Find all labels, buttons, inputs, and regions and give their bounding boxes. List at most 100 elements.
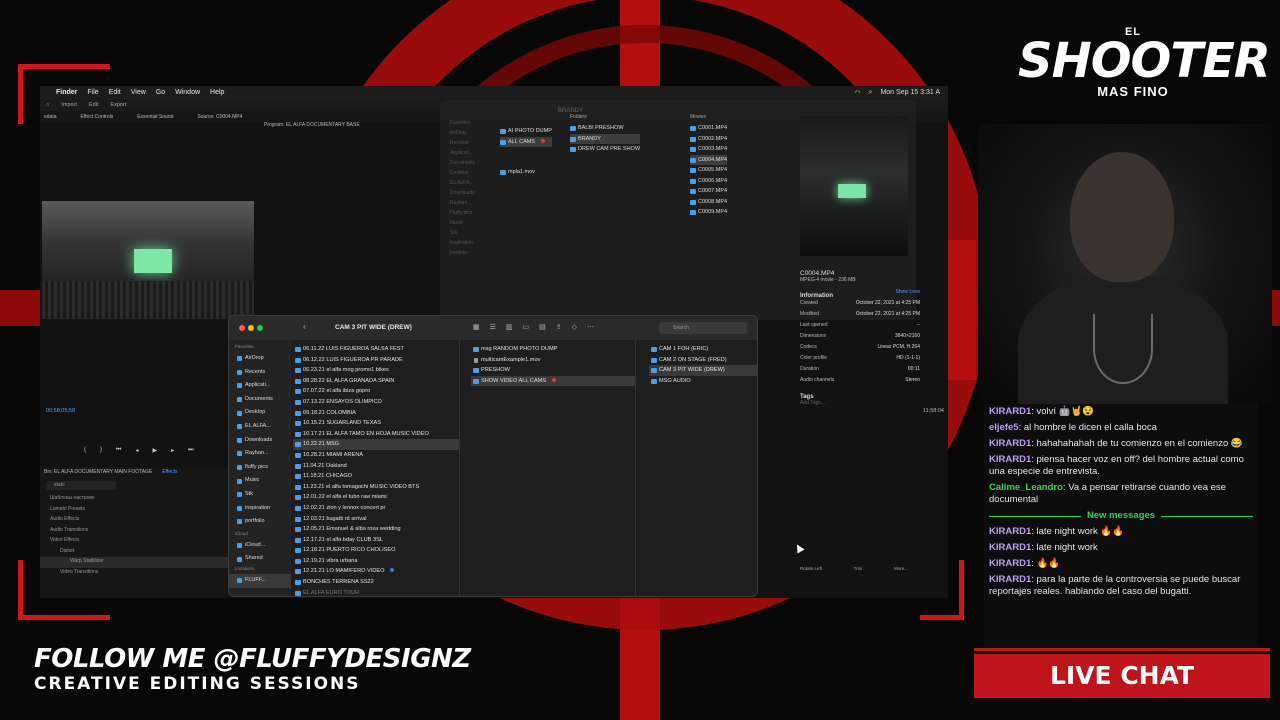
movie-file-item[interactable]: C0008.MP4 — [690, 197, 727, 208]
more-button[interactable]: More... — [894, 566, 908, 571]
menu-file[interactable]: File — [87, 89, 98, 96]
menu-view[interactable]: View — [131, 89, 146, 96]
folder-item[interactable]: SHOW VIDEO ALL CAMS — [471, 375, 635, 387]
sidebar-item[interactable]: Desktop — [229, 406, 291, 420]
chat-username[interactable]: eljefe5 — [989, 422, 1019, 433]
folder-item[interactable]: BALBI PRESHOW — [570, 123, 640, 134]
folder-item[interactable]: 12.19.21 vibra urbana — [293, 556, 459, 567]
home-icon[interactable]: ⌂ — [46, 102, 49, 108]
movie-file-item[interactable]: C0003.MP4 — [690, 144, 727, 155]
folder-item[interactable]: 10.22.21 MSG — [293, 439, 459, 450]
mark-in-icon[interactable]: { — [84, 447, 86, 454]
menu-help[interactable]: Help — [210, 89, 224, 96]
finder-back-sidebar-item[interactable]: Documents — [440, 160, 496, 170]
chat-username[interactable]: Callme_Leandro — [989, 482, 1063, 493]
folder-item[interactable]: 12.01.22 el alfa el tubo raw miami — [293, 492, 459, 503]
finder-back-sidebar-item[interactable]: Applicati... — [440, 150, 496, 160]
menu-window[interactable]: Window — [175, 89, 200, 96]
folder-item[interactable]: DREW CAM PRE SHOW — [570, 144, 640, 155]
rewind-icon[interactable]: ◂ — [135, 447, 138, 454]
group-icon[interactable]: ▤ — [539, 323, 546, 331]
folder-item[interactable]: multicamExample1.mov — [471, 355, 635, 366]
finder-back-sidebar-item[interactable]: AirDrop — [440, 130, 496, 140]
effects-tree-item[interactable]: Audio Effects — [40, 515, 230, 526]
bin-label[interactable]: Bin: EL ALFA DOCUMENTARY MAIN FOOTAGE — [44, 469, 152, 475]
effects-tree-item[interactable]: Audio Transitions — [40, 526, 230, 537]
trim-button[interactable]: Trim — [854, 566, 863, 571]
sidebar-item[interactable]: Applicati... — [229, 379, 291, 393]
movie-file-item[interactable]: C0001.MP4 — [690, 123, 727, 134]
chat-username[interactable]: KIRARD1 — [989, 558, 1031, 569]
wifi-icon[interactable]: ◠ — [854, 89, 860, 97]
effects-tree-item[interactable]: Video Transitions — [40, 568, 230, 579]
share-icon[interactable]: ⇪ — [556, 323, 562, 331]
finder-search-input[interactable]: Search — [659, 322, 747, 334]
mark-out-icon[interactable]: } — [100, 447, 102, 454]
sidebar-item[interactable]: iCloud... — [229, 539, 291, 553]
folder-item[interactable]: 10.17.21 EL ALFA TAMO EN HOJA MUSIC VIDE… — [293, 429, 459, 440]
folder-item[interactable]: BRANDY — [570, 133, 641, 144]
close-icon[interactable] — [239, 325, 245, 331]
sidebar-item[interactable]: Downloads — [229, 434, 291, 448]
list-view-icon[interactable]: ☰ — [490, 323, 496, 331]
folder-item[interactable]: 11.18.21 CHICAGO — [293, 471, 459, 482]
step-back-icon[interactable]: ⏮ — [116, 447, 121, 454]
sidebar-item[interactable]: Recents — [229, 366, 291, 380]
finder-back-item[interactable]: mpla1.mov — [500, 167, 552, 178]
effects-search-input[interactable]: stabi — [46, 481, 116, 490]
folder-item[interactable]: EL ALFA EURO TOUR — [293, 588, 459, 596]
finder-back-sidebar-item[interactable]: portfolio — [440, 250, 496, 260]
folder-item[interactable]: 06.11.22 LUIS FIGUEROA SALSA FEST — [293, 344, 459, 355]
folder-item[interactable]: CAM 2 ON STAGE (FRED) — [649, 355, 757, 366]
folder-item[interactable]: 07.13.22 ENSAYOS OLIMPICO — [293, 397, 459, 408]
movie-file-item[interactable]: C0002.MP4 — [690, 134, 727, 145]
chat-username[interactable]: KIRARD1 — [989, 526, 1031, 537]
gallery-view-icon[interactable]: ▭ — [523, 323, 530, 331]
forward-icon[interactable]: ▸ — [171, 447, 174, 454]
back-chevron-icon[interactable]: ‹ — [303, 322, 306, 331]
folder-item[interactable]: BONCHES TERRENA SS22 — [293, 577, 459, 588]
chat-username[interactable]: KIRARD1 — [989, 438, 1031, 449]
menu-app-finder[interactable]: Finder — [56, 89, 77, 96]
minimize-icon[interactable] — [248, 325, 254, 331]
sidebar-item[interactable]: fluffy pics — [229, 461, 291, 475]
effects-tree-item[interactable]: Distort — [40, 547, 230, 558]
movie-file-item[interactable]: C0009.MP4 — [690, 207, 727, 218]
menubar-clock[interactable]: Mon Sep 15 3:31 A — [880, 89, 940, 97]
folder-item[interactable]: MSG AUDIO — [649, 376, 757, 387]
play-icon[interactable]: ▶ — [152, 447, 157, 454]
movie-file-item[interactable]: C0007.MP4 — [690, 186, 727, 197]
folder-item[interactable]: 10.28.21 MIAMI ARENA — [293, 450, 459, 461]
folder-item[interactable]: CAM 3 PIT WIDE (DREW) — [649, 365, 757, 376]
sidebar-item[interactable]: Rayban... — [229, 447, 291, 461]
folder-item[interactable]: msg RANDOM PHOTO DUMP — [471, 344, 635, 355]
finder-back-sidebar-item[interactable]: EL ALFA... — [440, 180, 496, 190]
folder-item[interactable]: 09.18.21 COLOMBIA — [293, 408, 459, 419]
pr-tab-metadata[interactable]: edata — [44, 114, 57, 120]
chat-username[interactable]: KIRARD1 — [989, 574, 1031, 585]
sidebar-item[interactable]: FLUFF... — [229, 573, 291, 588]
sidebar-item[interactable]: EL ALFA... — [229, 420, 291, 434]
finder-back-sidebar-item[interactable]: inspiration — [440, 240, 496, 250]
pr-import-tab[interactable]: Import — [61, 102, 77, 108]
folder-item[interactable]: 06.23.21 el alfa mog promo1 bikes — [293, 365, 459, 376]
step-forward-icon[interactable]: ⏭ — [188, 447, 193, 454]
chat-username[interactable]: KIRARD1 — [989, 542, 1031, 553]
icon-view-icon[interactable]: ▦ — [473, 323, 480, 331]
finder-back-sidebar-item[interactable]: Recents — [440, 140, 496, 150]
program-timecode[interactable]: 11;58:04 — [923, 408, 944, 414]
folder-item[interactable]: 07.07.22 el alfa ibiza gopro — [293, 386, 459, 397]
finder-back-item[interactable]: ALL CAMS — [500, 136, 552, 147]
folder-item[interactable]: 12.17.21 el alfa bday CLUB 3SL — [293, 535, 459, 546]
more-actions-icon[interactable]: ⋯ — [587, 323, 594, 331]
show-less-link[interactable]: Show Less — [896, 287, 920, 298]
effects-tab[interactable]: Effects — [162, 469, 177, 475]
movie-file-item[interactable]: C0006.MP4 — [690, 176, 727, 187]
effects-tree-item[interactable]: Video Effects — [40, 536, 230, 547]
finder-back-sidebar-item[interactable]: Rayban... — [440, 200, 496, 210]
tags-input[interactable]: Add Tags... — [800, 400, 920, 406]
folder-item[interactable]: CAM 1 FOH (ERIC) — [649, 344, 757, 355]
pr-export-tab[interactable]: Export — [110, 102, 126, 108]
folder-item[interactable]: 06.12.22 LUIS FIGUEROA PR PARADE — [293, 355, 459, 366]
finder-back-sidebar-item[interactable]: Downloads — [440, 190, 496, 200]
